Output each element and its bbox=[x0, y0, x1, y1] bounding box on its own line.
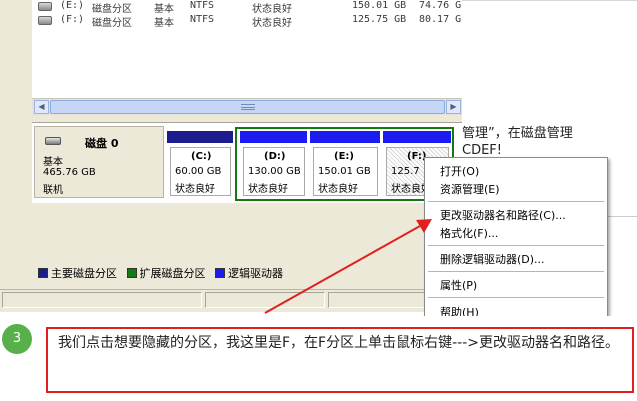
volume-capacity: 125.75 GB bbox=[352, 14, 407, 25]
context-menu: 打开(O) 资源管理(E) 更改驱动器名和路径(C)... 格式化(F)... … bbox=[424, 157, 608, 325]
menu-separator bbox=[428, 271, 604, 272]
volume-fs: NTFS bbox=[190, 0, 215, 11]
menu-item-change-drive-letter[interactable]: 更改驱动器名和路径(C)... bbox=[440, 207, 566, 223]
menu-separator bbox=[428, 201, 604, 202]
volume-layout: 磁盘分区 bbox=[92, 4, 132, 15]
legend-label: 主要磁盘分区 bbox=[51, 267, 117, 280]
volume-status: 状态良好 bbox=[252, 4, 292, 15]
status-bar bbox=[0, 289, 462, 309]
pane-splitter[interactable] bbox=[32, 115, 462, 123]
empty-area bbox=[32, 203, 462, 258]
disk-size: 465.76 GB bbox=[43, 167, 96, 178]
legend-swatch bbox=[126, 268, 137, 278]
legend-item-extended: 扩展磁盘分区 bbox=[126, 267, 206, 280]
volume-free: 74.76 G bbox=[419, 0, 462, 11]
partition-label: (C:) bbox=[191, 151, 212, 162]
volume-row-f[interactable]: (F:) 磁盘分区 基本 NTFS 状态良好 125.75 GB 80.17 G bbox=[32, 14, 462, 29]
horizontal-scrollbar[interactable]: ◀ ▶ bbox=[32, 98, 462, 115]
volume-type: 基本 bbox=[154, 4, 174, 15]
step-instruction-text: 我们点击想要隐藏的分区，我这里是F，在F分区上单击鼠标右键--->更改驱动器名和… bbox=[58, 335, 619, 351]
legend-swatch bbox=[215, 268, 225, 278]
step-number-badge: 3 bbox=[2, 324, 32, 354]
volume-status: 状态良好 bbox=[252, 18, 292, 29]
volume-drive: (F:) bbox=[60, 14, 85, 25]
legend-item-primary: 主要磁盘分区 bbox=[38, 267, 117, 280]
legend-label: 逻辑驱动器 bbox=[228, 267, 283, 280]
background-text-line-1: 管理”，在磁盘管理 bbox=[462, 126, 573, 141]
scroll-left-button[interactable]: ◀ bbox=[34, 100, 49, 114]
status-segment bbox=[205, 292, 325, 308]
legend-swatch bbox=[38, 268, 48, 278]
volume-drive: (E:) bbox=[60, 0, 85, 11]
volume-capacity: 150.01 GB bbox=[352, 0, 407, 11]
volume-list: (E:) 磁盘分区 基本 NTFS 状态良好 150.01 GB 74.76 G… bbox=[32, 0, 462, 98]
menu-separator bbox=[428, 245, 604, 246]
disk-name: 磁盘 0 bbox=[85, 137, 119, 150]
volume-type: 基本 bbox=[154, 18, 174, 29]
extended-partition-border bbox=[235, 127, 454, 201]
disk-state: 联机 bbox=[43, 185, 63, 196]
legend: 主要磁盘分区 扩展磁盘分区 逻辑驱动器 bbox=[38, 265, 289, 280]
grip-icon bbox=[241, 104, 255, 110]
volume-free: 80.17 G bbox=[419, 14, 462, 25]
volume-fs: NTFS bbox=[190, 14, 215, 25]
menu-item-format[interactable]: 格式化(F)... bbox=[440, 225, 498, 241]
disk-info-panel[interactable]: 磁盘 0 基本 465.76 GB 联机 bbox=[34, 126, 164, 198]
disk-type: 基本 bbox=[43, 157, 63, 168]
volume-row-e[interactable]: (E:) 磁盘分区 基本 NTFS 状态良好 150.01 GB 74.76 G bbox=[32, 0, 462, 15]
drive-icon bbox=[38, 16, 52, 25]
partition-size: 60.00 GB bbox=[175, 166, 222, 177]
disk-management-window: (E:) 磁盘分区 基本 NTFS 状态良好 150.01 GB 74.76 G… bbox=[0, 0, 462, 312]
volume-layout: 磁盘分区 bbox=[92, 18, 132, 29]
drive-icon bbox=[38, 2, 52, 11]
menu-item-explore[interactable]: 资源管理(E) bbox=[440, 181, 500, 197]
scroll-thumb[interactable] bbox=[50, 100, 445, 114]
menu-item-properties[interactable]: 属性(P) bbox=[440, 277, 477, 293]
partition-c[interactable]: (C:) 60.00 GB 状态良好 bbox=[167, 131, 233, 200]
legend-label: 扩展磁盘分区 bbox=[139, 267, 206, 280]
menu-item-open[interactable]: 打开(O) bbox=[440, 163, 479, 179]
menu-separator bbox=[428, 297, 604, 298]
step-instruction-box: 我们点击想要隐藏的分区，我这里是F，在F分区上单击鼠标右键--->更改驱动器名和… bbox=[46, 327, 634, 393]
partition-box: (C:) 60.00 GB 状态良好 bbox=[170, 147, 231, 196]
scroll-right-button[interactable]: ▶ bbox=[446, 100, 461, 114]
hard-disk-icon bbox=[45, 137, 61, 145]
status-segment bbox=[2, 292, 202, 308]
partition-status: 状态良好 bbox=[175, 184, 215, 195]
legend-item-logical: 逻辑驱动器 bbox=[215, 267, 283, 280]
partition-bar bbox=[167, 131, 233, 143]
menu-item-delete-logical-drive[interactable]: 删除逻辑驱动器(D)... bbox=[440, 251, 545, 267]
background-text-line-2: CDEF! bbox=[462, 143, 502, 158]
